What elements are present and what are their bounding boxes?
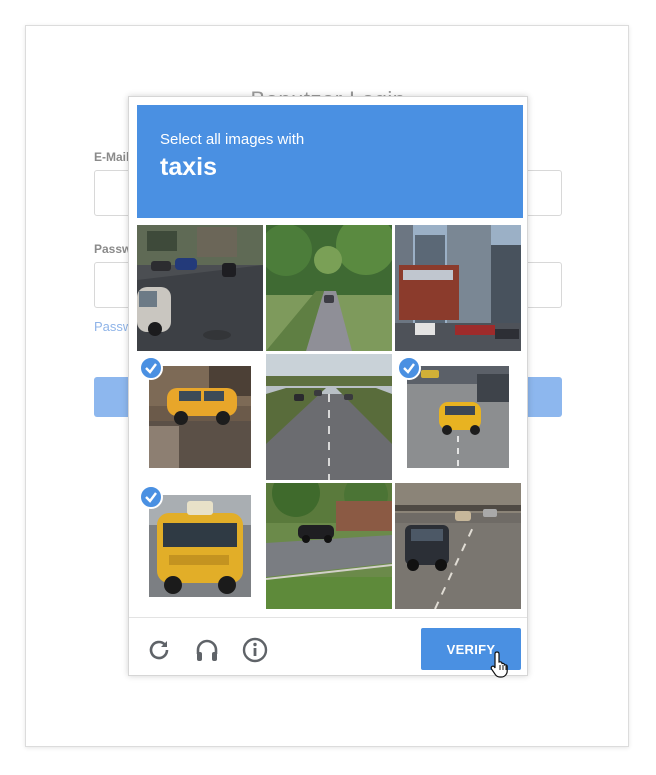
- captcha-tile-4[interactable]: [137, 354, 263, 480]
- captcha-tile-6[interactable]: [395, 354, 521, 480]
- captcha-header: Select all images with taxis: [137, 105, 523, 218]
- captcha-dialog: Select all images with taxis VERIFY: [128, 96, 528, 676]
- check-icon: [139, 356, 163, 380]
- captcha-tile-1[interactable]: [137, 225, 263, 351]
- captcha-tile-3[interactable]: [395, 225, 521, 351]
- info-icon[interactable]: [241, 636, 269, 664]
- headphones-icon[interactable]: [193, 636, 221, 664]
- captcha-tile-5[interactable]: [266, 354, 392, 480]
- email-label: E-Mail: [94, 150, 130, 164]
- captcha-tile-2[interactable]: [266, 225, 392, 351]
- captcha-tile-9[interactable]: [395, 483, 521, 609]
- captcha-tile-8[interactable]: [266, 483, 392, 609]
- check-icon: [397, 356, 421, 380]
- hand-cursor-icon: [490, 650, 512, 678]
- captcha-footer: VERIFY: [129, 617, 527, 676]
- reload-icon[interactable]: [145, 636, 173, 664]
- captcha-tile-7[interactable]: [137, 483, 263, 609]
- check-icon: [139, 485, 163, 509]
- captcha-target: taxis: [160, 153, 217, 181]
- captcha-instruction: Select all images with: [160, 131, 305, 148]
